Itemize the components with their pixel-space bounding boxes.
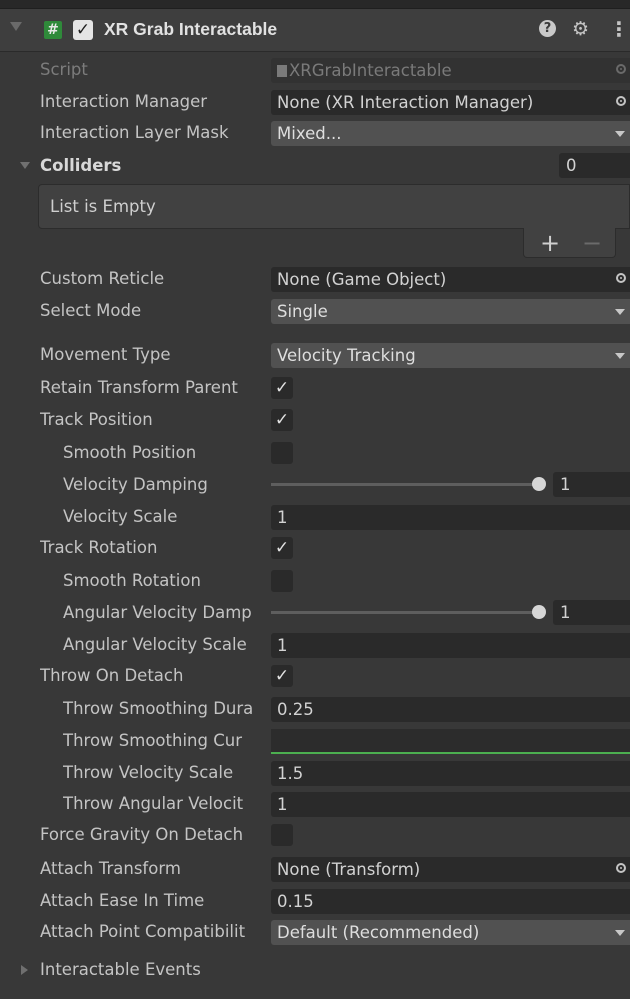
angular-velocity-scale-field[interactable]: 1	[271, 633, 630, 658]
movement-type-value: Velocity Tracking	[277, 346, 416, 365]
colliders-label[interactable]: Colliders	[40, 154, 121, 178]
angular-velocity-damping-slider-track[interactable]	[271, 611, 539, 614]
select-mode-value: Single	[277, 302, 328, 321]
custom-reticle-field[interactable]: None (Game Object)	[271, 267, 630, 292]
help-icon[interactable]: ?	[539, 20, 556, 37]
force-gravity-on-detach-checkbox[interactable]	[271, 824, 293, 846]
remove-element-button[interactable]: −	[582, 229, 602, 257]
dropdown-arrow-icon	[615, 930, 625, 936]
force-gravity-on-detach-label: Force Gravity On Detach	[40, 825, 244, 844]
smooth-rotation-label: Smooth Rotation	[63, 571, 201, 590]
interactable-events-label[interactable]: Interactable Events	[40, 958, 262, 982]
throw-smoothing-curve-field[interactable]	[271, 729, 630, 754]
interaction-layer-mask-value: Mixed...	[277, 124, 342, 143]
object-picker-icon[interactable]	[616, 96, 626, 106]
throw-velocity-scale-label: Throw Velocity Scale	[63, 763, 234, 782]
colliders-count-field[interactable]: 0	[559, 153, 630, 178]
angular-velocity-damping-label: Angular Velocity Damp	[63, 603, 252, 622]
track-rotation-checkbox[interactable]: ✓	[271, 537, 293, 559]
track-rotation-label: Track Rotation	[40, 538, 158, 557]
colliders-foldout-icon[interactable]	[20, 162, 30, 169]
angular-velocity-scale-label: Angular Velocity Scale	[63, 635, 247, 654]
attach-ease-in-time-field[interactable]: 0.15	[271, 889, 630, 914]
select-mode-dropdown[interactable]: Single	[271, 299, 630, 324]
script-file-icon	[277, 65, 287, 77]
throw-smoothing-curve-label: Throw Smoothing Cur	[63, 731, 242, 750]
attach-transform-label: Attach Transform	[40, 859, 181, 878]
throw-on-detach-label: Throw On Detach	[40, 666, 184, 685]
interaction-manager-field[interactable]: None (XR Interaction Manager)	[271, 90, 630, 115]
track-position-checkbox[interactable]: ✓	[271, 409, 293, 431]
component-title: XR Grab Interactable	[104, 19, 278, 39]
object-picker-icon	[616, 64, 626, 74]
throw-velocity-scale-field[interactable]: 1.5	[271, 761, 630, 786]
interactable-events-foldout-icon[interactable]	[21, 965, 28, 975]
interaction-layer-mask-label: Interaction Layer Mask	[40, 123, 229, 142]
custom-reticle-value: None (Game Object)	[277, 270, 447, 289]
smooth-position-checkbox[interactable]	[271, 442, 293, 464]
throw-angular-velocity-field[interactable]: 1	[271, 792, 630, 817]
dropdown-arrow-icon	[615, 309, 625, 315]
attach-point-compatibility-value: Default (Recommended)	[277, 923, 480, 942]
velocity-damping-label: Velocity Damping	[63, 475, 208, 494]
script-value: XRGrabInteractable	[289, 61, 452, 80]
velocity-scale-label: Velocity Scale	[63, 507, 178, 526]
script-icon: #	[44, 21, 62, 39]
context-menu-icon[interactable]: ⋮	[609, 17, 629, 41]
component-header[interactable]: # ✓ XR Grab Interactable ? ⚙ ⋮	[0, 8, 630, 52]
velocity-damping-slider-thumb[interactable]	[532, 477, 546, 491]
dropdown-arrow-icon	[615, 353, 625, 359]
attach-point-compatibility-label: Attach Point Compatibilit	[40, 922, 246, 941]
top-strip	[0, 0, 630, 8]
smooth-rotation-checkbox[interactable]	[271, 570, 293, 592]
add-element-button[interactable]: +	[540, 229, 560, 257]
component-enabled-checkbox[interactable]: ✓	[73, 20, 93, 40]
velocity-scale-field[interactable]: 1	[271, 505, 630, 530]
angular-velocity-damping-value[interactable]: 1	[553, 600, 630, 625]
custom-reticle-label: Custom Reticle	[40, 269, 165, 288]
dropdown-arrow-icon	[615, 131, 625, 137]
movement-type-dropdown[interactable]: Velocity Tracking	[271, 343, 630, 368]
throw-angular-velocity-label: Throw Angular Velocit	[63, 794, 244, 813]
retain-transform-parent-label: Retain Transform Parent	[40, 378, 238, 397]
script-field[interactable]: XRGrabInteractable	[271, 58, 630, 83]
interaction-layer-mask-dropdown[interactable]: Mixed...	[271, 121, 630, 146]
foldout-arrow-icon[interactable]	[10, 22, 22, 31]
movement-type-label: Movement Type	[40, 345, 171, 364]
attach-transform-value: None (Transform)	[277, 860, 421, 879]
attach-ease-in-time-label: Attach Ease In Time	[40, 891, 205, 910]
select-mode-label: Select Mode	[40, 301, 142, 320]
interaction-manager-value: None (XR Interaction Manager)	[277, 93, 534, 112]
smooth-position-label: Smooth Position	[63, 443, 197, 462]
interaction-manager-label: Interaction Manager	[40, 92, 208, 111]
velocity-damping-value[interactable]: 1	[553, 472, 630, 497]
throw-on-detach-checkbox[interactable]: ✓	[271, 665, 293, 687]
angular-velocity-damping-slider-thumb[interactable]	[532, 605, 546, 619]
list-empty-text: List is Empty	[50, 197, 156, 216]
object-picker-icon[interactable]	[616, 863, 626, 873]
presets-icon[interactable]: ⚙	[572, 18, 589, 40]
script-label: Script	[40, 60, 88, 79]
throw-smoothing-duration-label: Throw Smoothing Dura	[63, 699, 254, 718]
velocity-damping-slider-track[interactable]	[271, 483, 539, 486]
attach-point-compatibility-dropdown[interactable]: Default (Recommended)	[271, 920, 630, 945]
attach-transform-field[interactable]: None (Transform)	[271, 857, 630, 882]
track-position-label: Track Position	[40, 410, 153, 429]
retain-transform-parent-checkbox[interactable]: ✓	[271, 377, 293, 399]
object-picker-icon[interactable]	[616, 273, 626, 283]
throw-smoothing-duration-field[interactable]: 0.25	[271, 697, 630, 722]
